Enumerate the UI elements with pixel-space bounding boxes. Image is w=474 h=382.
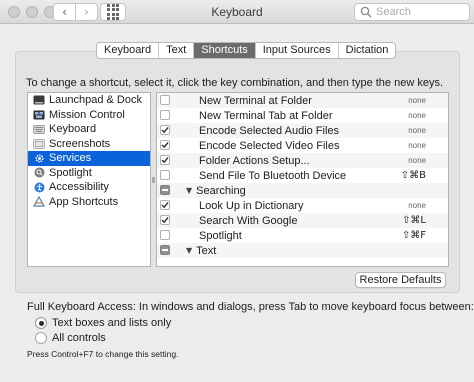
shortcut-label: New Terminal Tab at Folder <box>199 109 333 122</box>
launchpad-icon <box>33 95 45 106</box>
shortcut-row[interactable]: Search With Google ⇧⌘L <box>157 213 448 228</box>
category-label: Services <box>49 152 92 165</box>
shortcut-checkbox[interactable] <box>160 140 170 150</box>
shortcut-label: Send File To Bluetooth Device <box>199 169 347 182</box>
spotlight-icon <box>33 167 45 178</box>
checkmark-icon <box>161 142 169 149</box>
group-checkbox[interactable] <box>160 245 170 255</box>
disclosure-triangle-icon[interactable]: ▼ <box>186 246 192 255</box>
category-label: Accessibility <box>49 181 109 194</box>
shortcut-key[interactable]: none <box>408 201 426 210</box>
tab-bar: Keyboard Text Shortcuts Input Sources Di… <box>96 42 397 59</box>
shortcut-list[interactable]: New Terminal at Folder none New Terminal… <box>156 92 449 267</box>
radio-label: All controls <box>52 332 106 344</box>
shortcut-label: Search With Google <box>199 214 298 227</box>
shortcut-key[interactable]: none <box>408 111 426 120</box>
tab-shortcuts[interactable]: Shortcuts <box>194 43 256 58</box>
disclosure-triangle-icon[interactable]: ▼ <box>186 186 192 195</box>
checkmark-icon <box>161 202 169 209</box>
shortcut-row[interactable]: Look Up in Dictionary none <box>157 198 448 213</box>
category-label: Screenshots <box>49 137 111 150</box>
shortcut-row[interactable]: Encode Selected Video Files none <box>157 138 448 153</box>
keyboard-icon <box>33 124 45 135</box>
shortcut-label: Spotlight <box>199 229 242 242</box>
shortcut-key[interactable]: ⇧⌘L <box>402 215 426 226</box>
radio-label: Text boxes and lists only <box>52 317 172 329</box>
search-input[interactable] <box>376 6 466 18</box>
shortcut-label: Look Up in Dictionary <box>199 199 304 212</box>
group-checkbox[interactable] <box>160 185 170 195</box>
shortcut-key[interactable]: none <box>408 126 426 135</box>
shortcut-checkbox[interactable] <box>160 155 170 165</box>
shortcut-checkbox[interactable] <box>160 170 170 180</box>
shortcut-label: Encode Selected Audio Files <box>199 124 340 137</box>
restore-defaults-button[interactable]: Restore Defaults <box>355 272 446 288</box>
shortcut-row[interactable]: Spotlight ⇧⌘F <box>157 228 448 243</box>
radio-text-boxes-lists[interactable]: Text boxes and lists only <box>35 317 171 329</box>
shortcut-checkbox[interactable] <box>160 215 170 225</box>
category-list[interactable]: Launchpad & Dock Mission Control Keyboar… <box>27 92 151 267</box>
shortcut-checkbox[interactable] <box>160 110 170 120</box>
category-item-launchpad-dock[interactable]: Launchpad & Dock <box>28 93 150 108</box>
shortcut-checkbox[interactable] <box>160 95 170 105</box>
splitter-handle[interactable] <box>152 177 155 183</box>
shortcut-group-row[interactable]: ▼ Text <box>157 243 448 258</box>
category-label: App Shortcuts <box>49 195 119 208</box>
shortcut-checkbox[interactable] <box>160 125 170 135</box>
category-item-screenshots[interactable]: Screenshots <box>28 137 150 152</box>
checkmark-icon <box>161 127 169 134</box>
shortcut-row[interactable]: Folder Actions Setup... none <box>157 153 448 168</box>
shortcut-row[interactable]: New Terminal at Folder none <box>157 93 448 108</box>
category-item-spotlight[interactable]: Spotlight <box>28 166 150 181</box>
checkmark-icon <box>161 157 169 164</box>
shortcut-key[interactable]: none <box>408 156 426 165</box>
shortcut-checkbox[interactable] <box>160 230 170 240</box>
category-item-app-shortcuts[interactable]: App Shortcuts <box>28 195 150 210</box>
search-icon <box>360 6 372 18</box>
tab-keyboard[interactable]: Keyboard <box>97 43 160 58</box>
category-item-mission-control[interactable]: Mission Control <box>28 108 150 123</box>
tab-input-sources[interactable]: Input Sources <box>256 43 339 58</box>
full-keyboard-access-label: Full Keyboard Access: In windows and dia… <box>27 301 474 313</box>
radio-button[interactable] <box>35 317 47 329</box>
shortcut-label: Encode Selected Video Files <box>199 139 340 152</box>
shortcut-row[interactable]: New Terminal Tab at Folder none <box>157 108 448 123</box>
category-label: Launchpad & Dock <box>49 94 142 107</box>
checkmark-icon <box>161 217 169 224</box>
shortcut-row[interactable]: Send File To Bluetooth Device ⇧⌘B <box>157 168 448 183</box>
shortcut-group-row[interactable]: ▼ Searching <box>157 183 448 198</box>
shortcut-group-label: Text <box>196 244 217 257</box>
shortcut-key[interactable]: ⇧⌘F <box>402 230 426 241</box>
shortcut-row[interactable]: Encode Selected Audio Files none <box>157 123 448 138</box>
category-item-accessibility[interactable]: Accessibility <box>28 180 150 195</box>
shortcut-group-label: Searching <box>196 184 246 197</box>
radio-button[interactable] <box>35 332 47 344</box>
search-field[interactable] <box>354 3 470 21</box>
shortcut-key[interactable]: none <box>408 96 426 105</box>
app-shortcuts-icon <box>33 196 45 207</box>
accessibility-icon <box>33 182 45 193</box>
tab-text[interactable]: Text <box>159 43 195 58</box>
shortcut-checkbox[interactable] <box>160 200 170 210</box>
instructions-text: To change a shortcut, select it, click t… <box>26 77 444 89</box>
shortcut-label: Folder Actions Setup... <box>199 154 310 167</box>
gear-icon <box>33 153 45 164</box>
shortcut-key[interactable]: ⇧⌘B <box>401 170 426 181</box>
shortcut-label: New Terminal at Folder <box>199 94 312 107</box>
title-bar: ‹ › Keyboard <box>0 0 474 24</box>
category-label: Spotlight <box>49 166 92 179</box>
radio-all-controls[interactable]: All controls <box>35 332 106 344</box>
shortcut-key[interactable]: none <box>408 141 426 150</box>
category-label: Mission Control <box>49 108 125 121</box>
tab-dictation[interactable]: Dictation <box>339 43 396 58</box>
category-item-services[interactable]: Services <box>28 151 150 166</box>
category-label: Keyboard <box>49 123 97 136</box>
mission-control-icon <box>33 109 45 120</box>
screenshot-icon <box>33 138 45 149</box>
category-item-keyboard[interactable]: Keyboard <box>28 122 150 137</box>
control-f7-hint: Press Control+F7 to change this setting. <box>27 349 179 359</box>
